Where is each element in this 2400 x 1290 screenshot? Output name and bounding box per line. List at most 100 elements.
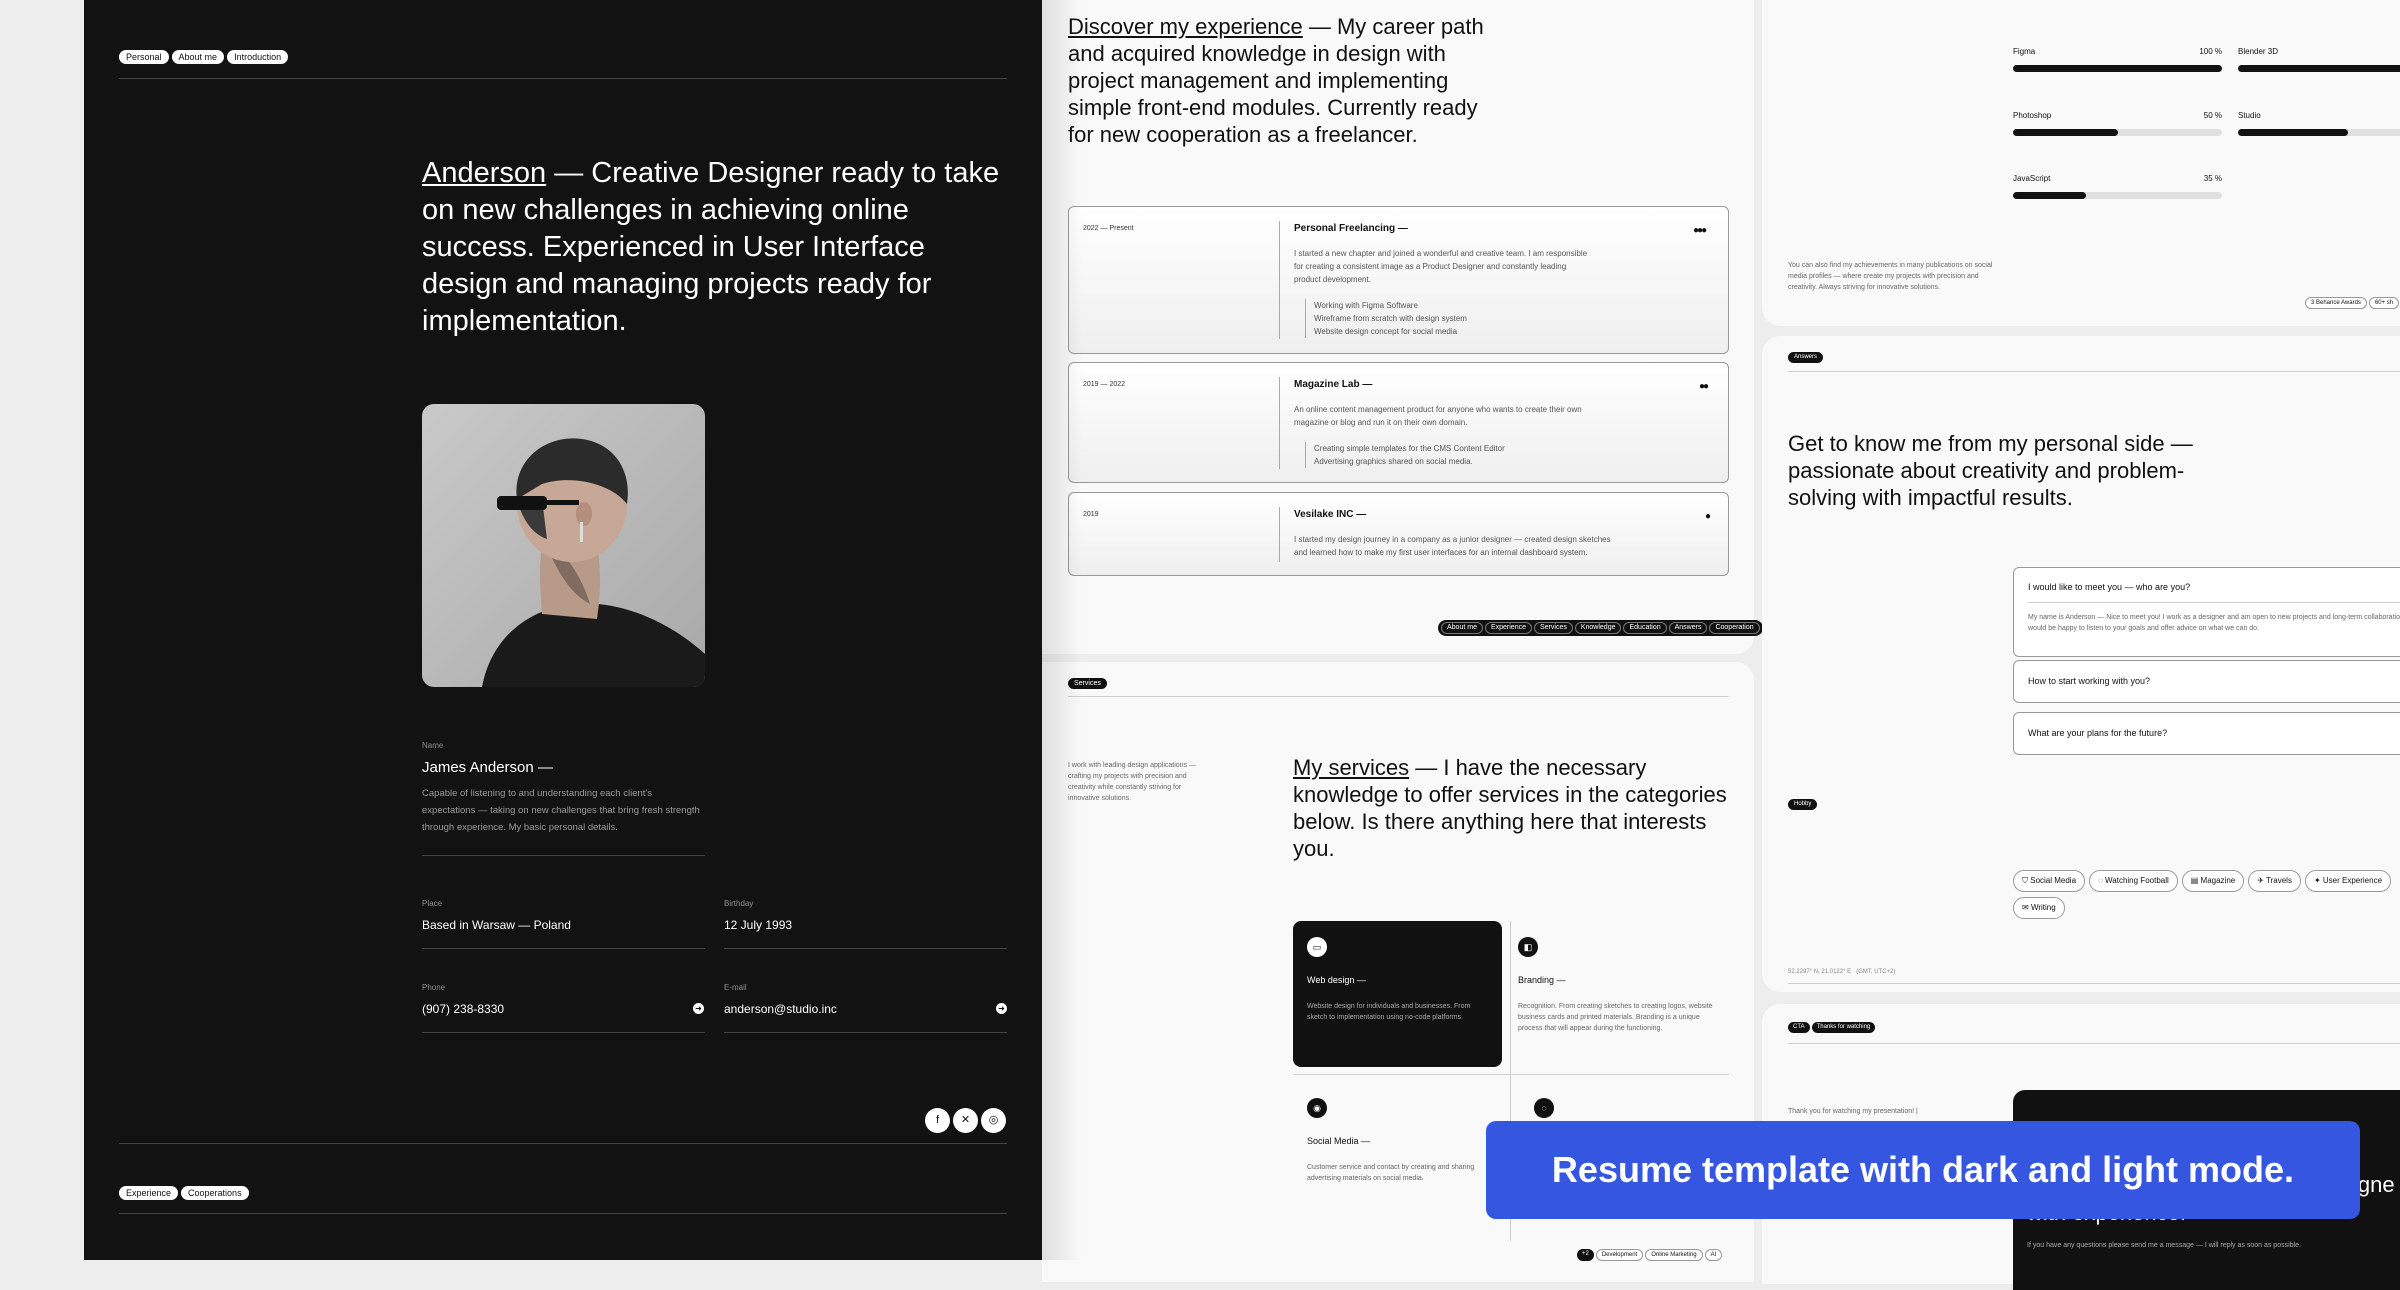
- tag-introduction[interactable]: Introduction: [227, 50, 289, 64]
- dark-mode-panel: Personal About me Introduction Anderson …: [84, 0, 1042, 1260]
- job-entry[interactable]: 2019 Vesilake INC — ● I started my desig…: [1068, 492, 1729, 576]
- bullet: Wireframe from scratch with design syste…: [1314, 314, 1467, 323]
- mail-icon: ✉: [2022, 903, 2031, 912]
- tag-experience[interactable]: Experience: [119, 1186, 179, 1200]
- nav-answers[interactable]: Answers: [1668, 622, 1708, 634]
- hero-headline: Anderson — Creative Designer ready to ta…: [422, 157, 1000, 337]
- tag-ai[interactable]: AI: [1704, 1249, 1723, 1261]
- service-card-branding[interactable]: ◧ Branding — Recognition. From creating …: [1518, 921, 1728, 1067]
- divider: [1279, 377, 1280, 469]
- hobby-user-experience[interactable]: ✦ User Experience: [2304, 870, 2392, 892]
- skills-card: Figma 100 % Photoshop 50 % JavaScript 35…: [1762, 0, 2400, 326]
- job-period: 2019 — 2022: [1083, 381, 1126, 388]
- tag-more[interactable]: +2: [1577, 1249, 1594, 1261]
- divider: [724, 1032, 1007, 1033]
- hobby-watching-football[interactable]: ◌ Watching Football: [2089, 870, 2178, 892]
- job-period: 2022 — Present: [1083, 225, 1134, 232]
- facebook-icon[interactable]: f: [925, 1108, 950, 1133]
- football-icon: ◌: [2098, 876, 2106, 885]
- faq-item[interactable]: What are your plans for the future?: [2013, 712, 2400, 755]
- plane-icon: ✈: [2257, 876, 2267, 885]
- bio-text: Capable of listening to and understandin…: [422, 788, 700, 833]
- skill-name: Figma: [2013, 47, 2036, 56]
- job-entry[interactable]: 2022 — Present Personal Freelancing — ●●…: [1068, 206, 1729, 354]
- job-company: Personal Freelancing —: [1294, 223, 1408, 234]
- skill-bar-track: [2013, 129, 2222, 136]
- place-value: Based in Warsaw — Poland: [422, 918, 571, 932]
- tag-online-marketing[interactable]: Online Marketing: [1645, 1249, 1703, 1261]
- email-value[interactable]: anderson@studio.inc: [724, 1002, 837, 1016]
- rating-dots-icon: ●●●: [1693, 225, 1707, 236]
- birthday-label: Birthday: [724, 899, 754, 908]
- skill-bar-track: [2238, 65, 2400, 72]
- answers-card: Answers Get to know me from my personal …: [1762, 336, 2400, 992]
- nav-cooperation[interactable]: Cooperation: [1709, 622, 1760, 634]
- nav-knowledge[interactable]: Knowledge: [1574, 622, 1622, 634]
- job-bullets: Working with Figma Software Wireframe fr…: [1305, 299, 1467, 338]
- hobby-writing[interactable]: ✉ Writing: [2013, 897, 2065, 919]
- x-twitter-icon[interactable]: ✕: [953, 1108, 978, 1133]
- skill-percent: 35 %: [2203, 174, 2222, 183]
- tag-cta: CTA: [1788, 1022, 1810, 1033]
- divider: [1293, 1074, 1729, 1075]
- skill-bar-track: [2013, 65, 2222, 72]
- faq-item-open[interactable]: I would like to meet you — who are you? …: [2013, 567, 2400, 657]
- instagram-icon[interactable]: ◎: [981, 1108, 1006, 1133]
- top-tags: Personal About me Introduction: [119, 50, 289, 64]
- divider: [1788, 1043, 2400, 1044]
- portrait-illustration: [482, 438, 705, 687]
- monitor-icon: ▭: [1307, 937, 1327, 957]
- nav-experience[interactable]: Experience: [1484, 622, 1532, 634]
- bottom-tags: Experience Cooperations: [119, 1186, 249, 1200]
- service-desc: Customer service and contact by creating…: [1307, 1164, 1475, 1182]
- section-nav: About me Experience Services Knowledge E…: [1438, 620, 1763, 636]
- nav-services[interactable]: Services: [1534, 622, 1573, 634]
- hobby-social-media[interactable]: ⛉ Social Media: [2013, 870, 2086, 892]
- divider: [119, 1143, 1007, 1144]
- faq-question: I would like to meet you — who are you?: [2028, 582, 2191, 592]
- rating-dot-icon: ●: [1705, 511, 1712, 522]
- experience-card: Discover my experience — My career path …: [1042, 0, 1763, 654]
- cta-footer: If you have any questions please send me…: [2027, 1242, 2301, 1249]
- profile-photo: [422, 404, 705, 687]
- experience-title: Discover my experience — My career path …: [1068, 14, 1484, 147]
- hobby-magazine[interactable]: ▤ Magazine: [2181, 870, 2245, 892]
- panel-shadow: [1042, 0, 1082, 1260]
- bullet: Creating simple templates for the CMS Co…: [1314, 444, 1505, 453]
- book-icon: ▤: [2190, 876, 2201, 885]
- service-card-social-media[interactable]: ◉ Social Media — Customer service and co…: [1293, 1082, 1502, 1202]
- shield-icon: ⛉: [2022, 876, 2031, 885]
- tag-about-me[interactable]: About me: [171, 50, 225, 64]
- phone-value[interactable]: (907) 238-8330: [422, 1002, 504, 1016]
- services-title-link[interactable]: My services: [1293, 755, 1409, 780]
- palette-icon: ◧: [1518, 937, 1538, 957]
- hero-name-link[interactable]: Anderson: [422, 157, 546, 189]
- faq-item[interactable]: How to start working with you?: [2013, 660, 2400, 703]
- service-name: Web design —: [1307, 975, 1366, 985]
- divider: [724, 948, 1007, 949]
- nav-about-me[interactable]: About me: [1441, 622, 1483, 634]
- divider: [2028, 602, 2400, 603]
- nav-education[interactable]: Education: [1623, 622, 1667, 634]
- tag-personal[interactable]: Personal: [119, 50, 169, 64]
- job-bullets: Creating simple templates for the CMS Co…: [1305, 442, 1505, 468]
- answers-title: Get to know me from my personal side — p…: [1788, 431, 2193, 510]
- divider: [422, 855, 705, 856]
- arrow-right-icon[interactable]: ➜: [693, 1003, 704, 1014]
- service-name: Social Media —: [1307, 1136, 1371, 1146]
- job-description: An online content management product for…: [1294, 405, 1582, 427]
- bullet: Website design concept for social media: [1314, 327, 1458, 336]
- skill-name: JavaScript: [2013, 174, 2051, 183]
- arrow-right-icon[interactable]: ➜: [996, 1003, 1007, 1014]
- service-desc: Website design for individuals and busin…: [1307, 1003, 1471, 1021]
- tag-cooperations[interactable]: Cooperations: [181, 1186, 249, 1200]
- experience-title-link[interactable]: Discover my experience: [1068, 14, 1303, 39]
- tag-development[interactable]: Development: [1595, 1249, 1644, 1261]
- hobby-travels[interactable]: ✈ Travels: [2248, 870, 2301, 892]
- badge-shares: 60+ sh: [2368, 297, 2400, 309]
- services-bottom-tags: +2 Development Online Marketing AI: [1577, 1249, 1723, 1261]
- divider: [119, 1213, 1007, 1214]
- service-card-web-design[interactable]: ▭ Web design — Website design for indivi…: [1293, 921, 1502, 1067]
- faq-question: What are your plans for the future?: [2028, 728, 2168, 738]
- job-entry[interactable]: 2019 — 2022 Magazine Lab — ●● An online …: [1068, 362, 1729, 483]
